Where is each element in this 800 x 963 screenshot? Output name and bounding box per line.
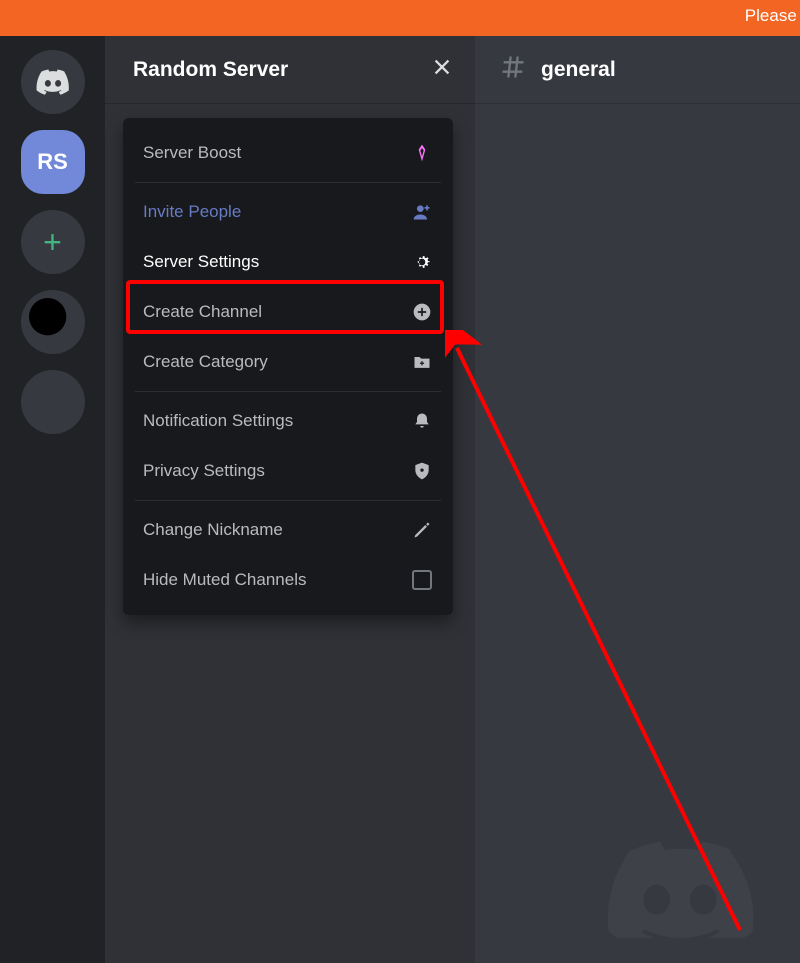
menu-label: Server Settings [143,252,259,272]
menu-separator [135,182,441,183]
menu-create-category[interactable]: Create Category [123,337,453,387]
plus-circle-icon [411,301,433,323]
download-button[interactable] [21,370,85,434]
menu-label: Create Channel [143,302,262,322]
menu-label: Invite People [143,202,241,222]
menu-separator [135,391,441,392]
menu-label: Server Boost [143,143,241,163]
server-header[interactable]: Random Server [105,36,475,104]
menu-change-nickname[interactable]: Change Nickname [123,505,453,555]
menu-hide-muted[interactable]: Hide Muted Channels [123,555,453,605]
menu-label: Create Category [143,352,268,372]
download-icon [21,370,85,434]
checkbox-icon [411,569,433,591]
menu-label: Privacy Settings [143,461,265,481]
person-add-icon [411,201,433,223]
chat-panel: general [475,36,800,963]
shield-icon [411,460,433,482]
explore-button[interactable] [21,290,85,354]
menu-label: Change Nickname [143,520,283,540]
server-initials: RS [37,149,68,175]
boost-icon [411,142,433,164]
menu-server-settings[interactable]: Server Settings [123,237,453,287]
pencil-icon [411,519,433,541]
add-server-button[interactable]: + [21,210,85,274]
menu-label: Notification Settings [143,411,293,431]
watermark [580,818,780,943]
menu-create-channel[interactable]: Create Channel [123,287,453,337]
top-banner: Please c [0,0,800,36]
folder-add-icon [411,351,433,373]
server-dropdown: Server Boost Invite People Server Settin… [123,118,453,615]
close-icon[interactable] [431,56,453,84]
channel-name: general [541,58,616,82]
home-button[interactable] [21,50,85,114]
server-name: Random Server [133,58,288,82]
search-icon [21,290,85,354]
plus-icon: + [43,224,62,261]
menu-separator [135,500,441,501]
discord-logo-icon [35,64,71,100]
menu-label: Hide Muted Channels [143,570,306,590]
bell-icon [411,410,433,432]
server-icon-selected[interactable]: RS [21,130,85,194]
menu-invite-people[interactable]: Invite People [123,187,453,237]
menu-privacy-settings[interactable]: Privacy Settings [123,446,453,496]
server-rail: RS + [0,36,105,963]
menu-notification-settings[interactable]: Notification Settings [123,396,453,446]
hash-icon [499,53,527,87]
channel-sidebar: Random Server Server Boost Invite People… [105,36,475,963]
chat-header: general [475,36,800,104]
banner-text: Please c [745,6,800,26]
menu-server-boost[interactable]: Server Boost [123,128,453,178]
gear-icon [411,251,433,273]
